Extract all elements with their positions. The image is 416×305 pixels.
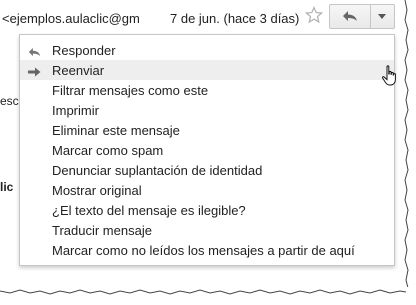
chevron-down-icon	[378, 14, 386, 19]
hand-cursor-icon	[381, 65, 399, 92]
reply-icon	[28, 45, 41, 60]
message-header: <ejemplos.aulaclic@gm 7 de jun. (hace 3 …	[0, 0, 404, 34]
background-text-snippet: lic	[0, 180, 14, 194]
background-text-snippet: esc	[0, 94, 19, 108]
menu-item-report-phishing[interactable]: Denunciar suplantación de identidad	[20, 160, 394, 180]
message-actions-menu: Responder Reenviar Filtrar mensajes como…	[19, 34, 395, 266]
star-icon[interactable]	[304, 5, 324, 24]
message-date: 7 de jun. (hace 3 días)	[170, 11, 300, 26]
menu-item-label: Traducir mensaje	[52, 223, 152, 238]
menu-item-label: Responder	[52, 43, 116, 58]
reply-icon	[343, 11, 357, 21]
menu-item-filter-similar[interactable]: Filtrar mensajes como este	[20, 80, 394, 100]
more-options-button[interactable]	[371, 5, 394, 28]
torn-edge-bottom	[0, 287, 416, 298]
menu-item-print[interactable]: Imprimir	[20, 100, 394, 120]
menu-item-show-original[interactable]: Mostrar original	[20, 180, 394, 200]
sender-email[interactable]: <ejemplos.aulaclic@gm	[2, 11, 140, 26]
menu-item-label: Denunciar suplantación de identidad	[52, 163, 263, 178]
menu-item-mark-unread-from-here[interactable]: Marcar como no leídos los mensajes a par…	[20, 240, 394, 260]
menu-item-label: Imprimir	[52, 103, 99, 118]
forward-icon	[28, 65, 41, 80]
torn-edge-right	[404, 0, 416, 298]
menu-item-report-spam[interactable]: Marcar como spam	[20, 140, 394, 160]
menu-item-label: Mostrar original	[52, 183, 142, 198]
menu-item-label: Marcar como spam	[52, 143, 164, 158]
gmail-message-view: <ejemplos.aulaclic@gm 7 de jun. (hace 3 …	[0, 0, 405, 288]
menu-item-label: Reenviar	[52, 63, 105, 78]
menu-item-forward[interactable]: Reenviar	[20, 60, 394, 80]
menu-item-translate[interactable]: Traducir mensaje	[20, 220, 394, 240]
menu-item-delete[interactable]: Eliminar este mensaje	[20, 120, 394, 140]
menu-item-garbled-text[interactable]: ¿El texto del mensaje es ilegible?	[20, 200, 394, 220]
reply-button-group	[329, 4, 395, 29]
menu-item-label: Filtrar mensajes como este	[52, 83, 209, 98]
menu-item-reply[interactable]: Responder	[20, 40, 394, 60]
reply-button[interactable]	[330, 5, 371, 28]
menu-item-label: Marcar como no leídos los mensajes a par…	[52, 243, 355, 258]
menu-item-label: ¿El texto del mensaje es ilegible?	[52, 203, 246, 218]
menu-item-label: Eliminar este mensaje	[52, 123, 180, 138]
